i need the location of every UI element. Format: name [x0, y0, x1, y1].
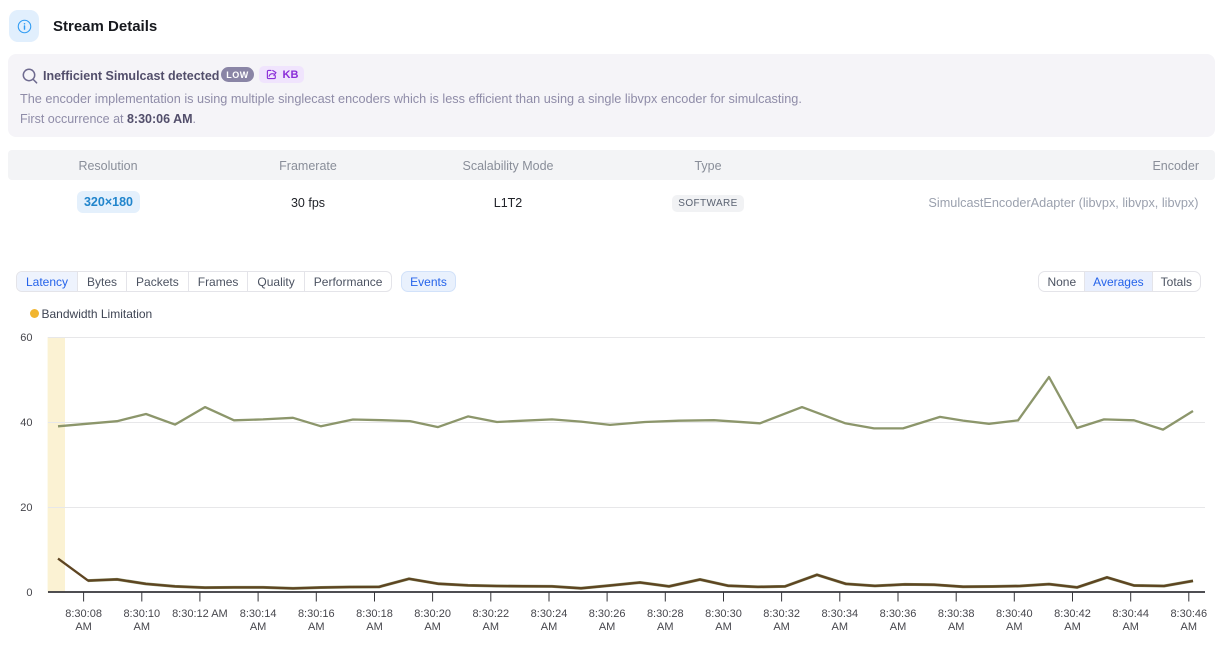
- svg-text:AM: AM: [1006, 621, 1023, 633]
- svg-text:0: 0: [26, 587, 32, 599]
- svg-text:8:30:28: 8:30:28: [647, 608, 684, 620]
- svg-text:8:30:44: 8:30:44: [1112, 608, 1149, 620]
- svg-text:8:30:38: 8:30:38: [938, 608, 975, 620]
- svg-text:AM: AM: [541, 621, 558, 633]
- svg-text:AM: AM: [1064, 621, 1081, 633]
- svg-text:AM: AM: [483, 621, 500, 633]
- svg-text:8:30:20: 8:30:20: [414, 608, 451, 620]
- svg-text:AM: AM: [424, 621, 441, 633]
- svg-text:AM: AM: [890, 621, 907, 633]
- svg-text:AM: AM: [832, 621, 849, 633]
- svg-text:8:30:12 AM: 8:30:12 AM: [172, 608, 228, 620]
- svg-text:AM: AM: [773, 621, 790, 633]
- svg-text:8:30:42: 8:30:42: [1054, 608, 1091, 620]
- svg-text:20: 20: [20, 502, 32, 514]
- svg-text:8:30:14: 8:30:14: [240, 608, 277, 620]
- svg-text:AM: AM: [75, 621, 92, 633]
- svg-text:40: 40: [20, 417, 32, 429]
- svg-text:AM: AM: [250, 621, 267, 633]
- svg-text:8:30:16: 8:30:16: [298, 608, 335, 620]
- svg-text:AM: AM: [1181, 621, 1198, 633]
- svg-text:AM: AM: [657, 621, 674, 633]
- svg-text:AM: AM: [599, 621, 616, 633]
- svg-text:8:30:22: 8:30:22: [472, 608, 509, 620]
- svg-text:8:30:18: 8:30:18: [356, 608, 393, 620]
- svg-text:AM: AM: [948, 621, 965, 633]
- svg-text:8:30:46: 8:30:46: [1170, 608, 1207, 620]
- svg-text:AM: AM: [715, 621, 732, 633]
- svg-text:AM: AM: [308, 621, 325, 633]
- svg-text:AM: AM: [366, 621, 383, 633]
- svg-text:8:30:32: 8:30:32: [763, 608, 800, 620]
- svg-text:8:30:36: 8:30:36: [880, 608, 917, 620]
- svg-text:AM: AM: [134, 621, 151, 633]
- svg-text:8:30:30: 8:30:30: [705, 608, 742, 620]
- svg-text:8:30:10: 8:30:10: [123, 608, 160, 620]
- svg-text:8:30:08: 8:30:08: [65, 608, 102, 620]
- svg-text:AM: AM: [1122, 621, 1139, 633]
- svg-text:60: 60: [20, 332, 32, 344]
- svg-text:8:30:40: 8:30:40: [996, 608, 1033, 620]
- svg-text:8:30:24: 8:30:24: [531, 608, 568, 620]
- svg-text:8:30:26: 8:30:26: [589, 608, 626, 620]
- svg-text:8:30:34: 8:30:34: [821, 608, 858, 620]
